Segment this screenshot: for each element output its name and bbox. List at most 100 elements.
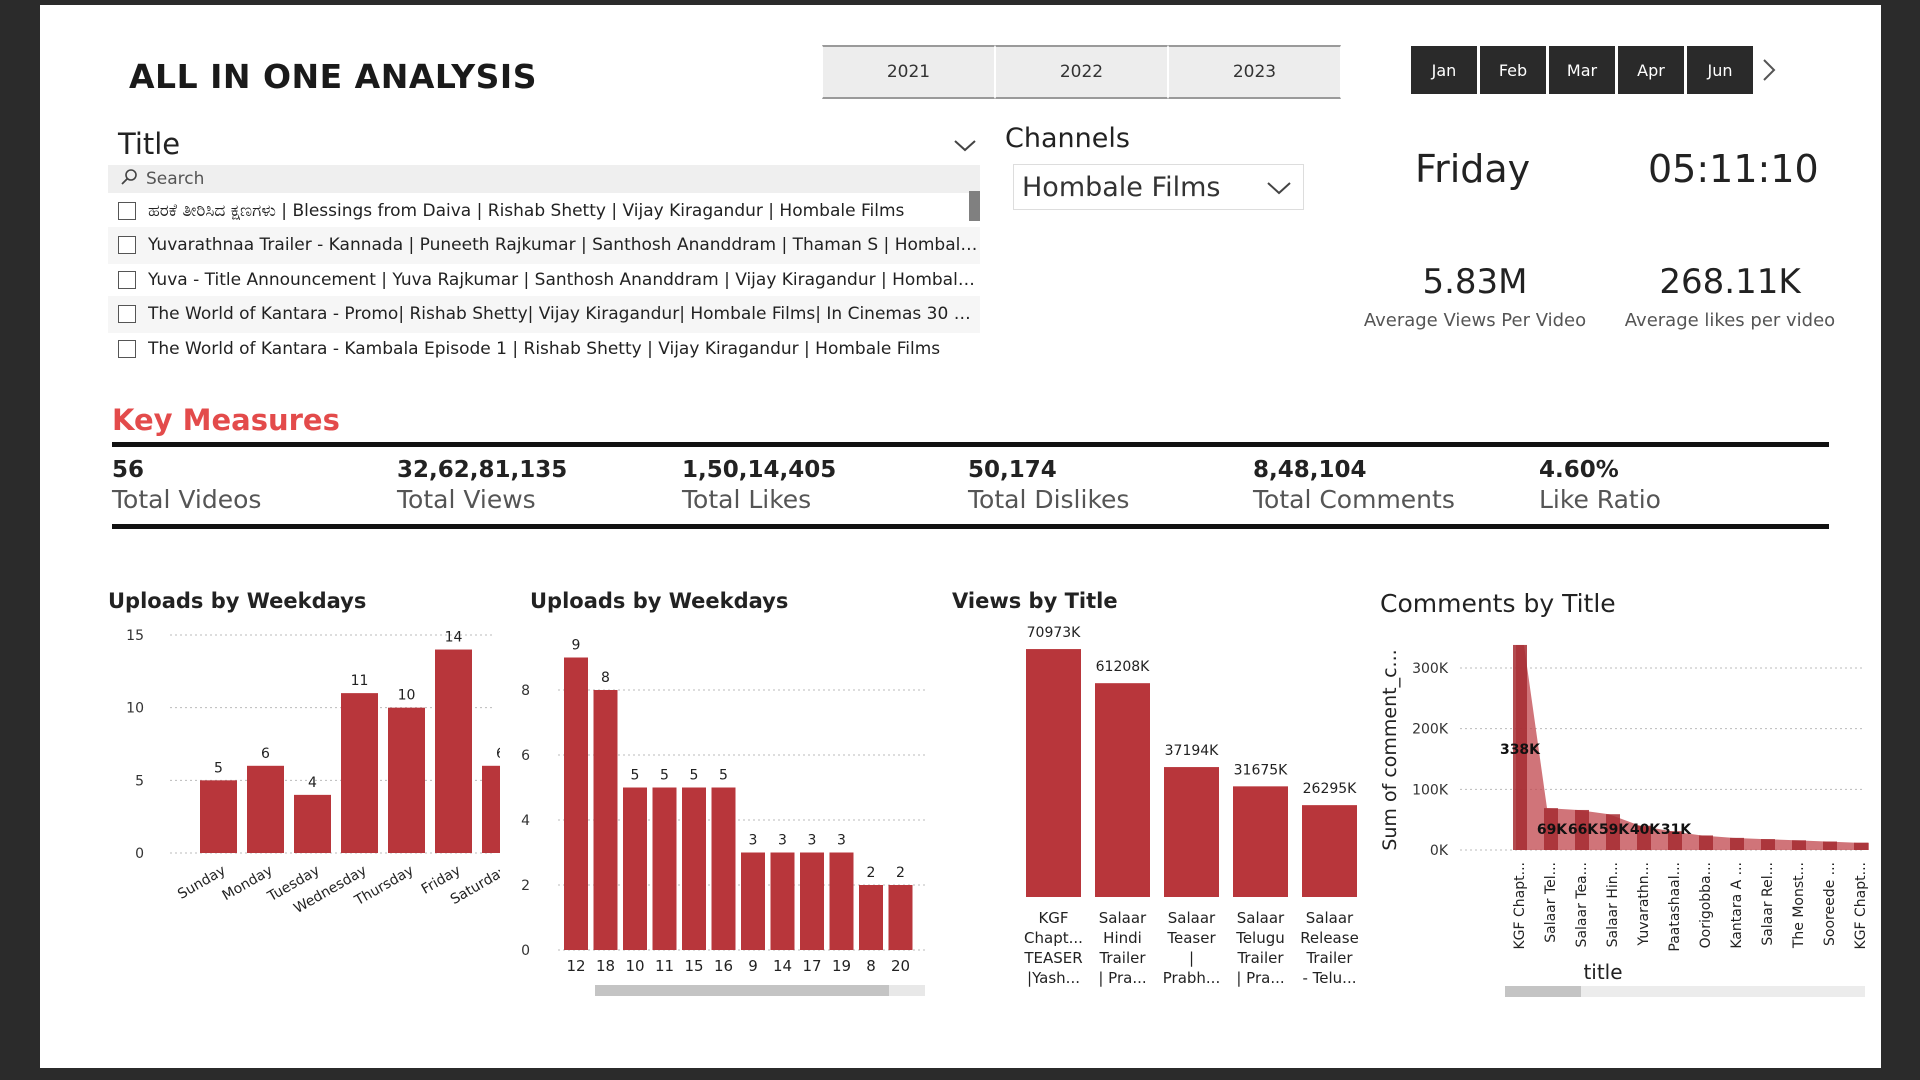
x-tick-label: Salaar Tea... bbox=[1574, 862, 1590, 947]
x-tick-label: - Telu... bbox=[1302, 969, 1356, 987]
avg-likes-value: 268.11K bbox=[1659, 262, 1801, 302]
chart-views-by-title: 70973K KGF Chapt... TEASER |Yash... 61208K Sal… bbox=[1023, 625, 1358, 987]
data-label: 3 bbox=[808, 833, 817, 849]
month-slicer: Jan Feb Mar Apr Jun bbox=[1411, 46, 1782, 94]
x-tick-label: TEASER bbox=[1023, 949, 1082, 967]
x-tick-label: Teaser bbox=[1166, 929, 1216, 947]
title-slicer: Title Search ಹರಕೆ ತೀರಿಸಿದ ಕ್ಷಣಗಳು | Bles… bbox=[108, 125, 980, 365]
scrollbar[interactable] bbox=[969, 191, 980, 221]
y-tick-label: 4 bbox=[521, 813, 530, 829]
year-slicer: 2021 2022 2023 bbox=[822, 45, 1341, 99]
tab-month-feb[interactable]: Feb bbox=[1480, 46, 1546, 94]
checkbox[interactable] bbox=[118, 305, 136, 323]
chevron-down-icon[interactable] bbox=[950, 133, 980, 157]
checkbox[interactable] bbox=[118, 236, 136, 254]
bar bbox=[1302, 805, 1357, 897]
channels-dropdown[interactable]: Hombale Films bbox=[1013, 164, 1304, 210]
measure-label: Total Dislikes bbox=[968, 485, 1130, 514]
list-item[interactable]: Yuvarathnaa Trailer - Kannada | Puneeth … bbox=[108, 229, 980, 261]
chart-title-views-by-title: Views by Title bbox=[952, 589, 1118, 613]
x-tick-label: Kantara A ... bbox=[1729, 862, 1745, 949]
bar bbox=[770, 852, 795, 950]
bar bbox=[1095, 683, 1150, 897]
y-tick-label: 100K bbox=[1412, 782, 1449, 798]
x-tick-label: Salaar bbox=[1306, 909, 1354, 927]
tab-year-2021[interactable]: 2021 bbox=[822, 45, 995, 99]
list-item[interactable]: The World of Kantara - Promo| Rishab She… bbox=[108, 298, 980, 330]
avg-views-value: 5.83M bbox=[1422, 262, 1528, 302]
bar bbox=[593, 690, 618, 950]
y-tick-label: 2 bbox=[521, 878, 530, 894]
measure-label: Total Comments bbox=[1253, 485, 1455, 514]
avg-views-label: Average Views Per Video bbox=[1363, 310, 1587, 331]
tab-year-2023[interactable]: 2023 bbox=[1168, 45, 1341, 99]
data-label: 59K bbox=[1599, 822, 1630, 838]
x-tick-label: 11 bbox=[655, 957, 674, 975]
measure-total-comments: 8,48,104 Total Comments bbox=[1253, 457, 1455, 514]
current-day: Friday bbox=[1415, 147, 1531, 191]
x-tick-label: Trailer bbox=[1236, 949, 1284, 967]
x-tick-label: Sunday bbox=[175, 863, 228, 903]
bar bbox=[564, 657, 588, 950]
x-tick-label: Salaar Rel... bbox=[1760, 862, 1776, 946]
data-label: 5 bbox=[214, 760, 223, 776]
bar bbox=[800, 852, 824, 950]
x-tick-label: Prabh... bbox=[1163, 969, 1220, 987]
x-tick-label: Trailer bbox=[1098, 949, 1146, 967]
x-tick-label: Salaar bbox=[1237, 909, 1285, 927]
checkbox[interactable] bbox=[118, 202, 136, 220]
measure-value: 8,48,104 bbox=[1253, 457, 1367, 483]
list-item[interactable]: Yuva - Title Announcement | Yuva Rajkuma… bbox=[108, 264, 980, 296]
checkbox[interactable] bbox=[118, 271, 136, 289]
tab-month-jan[interactable]: Jan bbox=[1411, 46, 1477, 94]
x-tick-label: Trailer bbox=[1305, 949, 1353, 967]
bar bbox=[829, 852, 854, 950]
tab-month-mar[interactable]: Mar bbox=[1549, 46, 1615, 94]
x-tick-label: 8 bbox=[866, 957, 876, 975]
data-label: 70973K bbox=[1027, 625, 1082, 641]
avg-likes-label: Average likes per video bbox=[1624, 310, 1836, 331]
list-item[interactable]: ಹರಕೆ ತೀರಿಸಿದ ಕ್ಷಣಗಳು | Blessings from Da… bbox=[108, 195, 980, 227]
bar bbox=[859, 885, 883, 950]
data-label: 3 bbox=[749, 833, 758, 849]
bar bbox=[1792, 840, 1806, 850]
data-label: 31K bbox=[1661, 822, 1692, 838]
current-time: 05:11:10 bbox=[1648, 147, 1819, 191]
data-label: 5 bbox=[631, 768, 640, 784]
search-input[interactable]: Search bbox=[108, 165, 980, 193]
list-item[interactable]: The World of Kantara - Kambala Episode 1… bbox=[108, 333, 980, 365]
x-axis-title: title bbox=[1583, 960, 1622, 984]
data-label: 5 bbox=[719, 768, 728, 784]
data-label: 61208K bbox=[1096, 659, 1151, 675]
data-label: 338K bbox=[1500, 742, 1541, 758]
measure-value: 4.60% bbox=[1539, 457, 1619, 483]
data-label: 10 bbox=[398, 688, 416, 704]
x-tick-label: Salaar bbox=[1168, 909, 1216, 927]
data-label: 11 bbox=[351, 673, 369, 689]
data-label: 66K bbox=[1568, 822, 1599, 838]
bar bbox=[1164, 767, 1219, 897]
x-tick-label: Paatashaal... bbox=[1667, 862, 1683, 952]
bar bbox=[1854, 842, 1868, 850]
tab-month-apr[interactable]: Apr bbox=[1618, 46, 1684, 94]
tab-month-jun[interactable]: Jun bbox=[1687, 46, 1753, 94]
x-tick-label: 20 bbox=[891, 957, 910, 975]
measure-total-likes: 1,50,14,405 Total Likes bbox=[682, 457, 836, 514]
x-tick-label: Chapt... bbox=[1024, 929, 1083, 947]
chart-title-comments-by-title: Comments by Title bbox=[1380, 589, 1616, 618]
chart-uploads-by-weekdays: 0510155Sunday6Monday4Tuesday11Wednesday1… bbox=[126, 628, 500, 917]
bar bbox=[888, 885, 913, 950]
data-label: 14 bbox=[445, 630, 463, 646]
key-measures-title: Key Measures bbox=[112, 403, 340, 437]
tab-year-2022[interactable]: 2022 bbox=[995, 45, 1168, 99]
bar bbox=[682, 787, 706, 950]
y-axis-title: Sum of comment_c... bbox=[1379, 649, 1401, 850]
y-tick-label: 0K bbox=[1430, 843, 1449, 859]
chevron-right-icon[interactable] bbox=[1756, 46, 1782, 94]
checkbox[interactable] bbox=[118, 340, 136, 358]
avg-likes-card: 268.11K Average likes per video bbox=[1605, 262, 1855, 331]
x-tick-label: Telugu bbox=[1235, 929, 1285, 947]
data-label: 2 bbox=[896, 865, 905, 881]
y-tick-label: 10 bbox=[126, 701, 144, 717]
data-label: 9 bbox=[572, 638, 581, 654]
